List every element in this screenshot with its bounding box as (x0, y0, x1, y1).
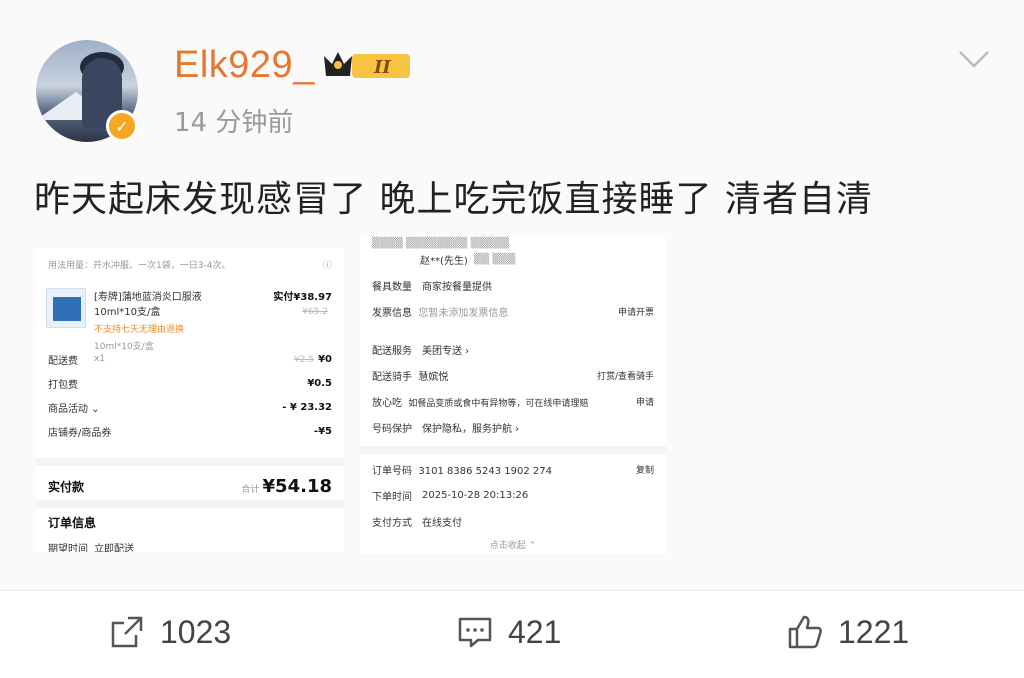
product-name: [寿牌]蒲地蓝消炎口服液 10ml*10支/盒 (94, 292, 202, 318)
order-no-value: 3101 8386 5243 1902 274 (418, 466, 552, 477)
total-label: 实付款 (48, 480, 85, 494)
invoice-label: 发票信息 (372, 308, 412, 319)
delivery-old: ¥2.5 (294, 355, 315, 365)
address-name: 赵**(先生) (420, 256, 468, 267)
action-bar: 1023 421 1221 (0, 590, 1024, 678)
tableware-label: 餐具数量 (372, 282, 412, 293)
invoice-button[interactable]: 申请开票 (618, 305, 654, 318)
usage-text: 用法用量：开水冲服。一次1袋，一日3-4次。 (48, 261, 231, 271)
safe-label: 放心吃 (372, 398, 402, 409)
order-no-label: 订单号码 (372, 466, 412, 477)
share-icon (111, 616, 143, 648)
product-paid: 实付¥38.97 (273, 292, 332, 303)
total-value: ¥54.18 (262, 476, 332, 497)
packing-label: 打包费 (48, 380, 78, 391)
product-image (46, 288, 86, 328)
product-original-price: ¥65.2 (302, 307, 328, 317)
like-icon (788, 615, 822, 649)
username[interactable]: Elk929_ (174, 44, 315, 87)
crown-badge-icon: II (324, 52, 410, 78)
order-screenshot-left[interactable]: 用法用量：开水冲服。一次1袋，一日3-4次。 ⓘ [寿牌]蒲地蓝消炎口服液 10… (36, 248, 344, 552)
coupon-value: -¥5 (313, 426, 332, 437)
post-timestamp: 14 分钟前 (174, 108, 294, 138)
chevron-down-icon[interactable] (958, 50, 990, 70)
post-text: 昨天起床发现感冒了 晚上吃完饭直接睡了 清者自清 (34, 179, 873, 220)
comment-icon (458, 617, 492, 648)
return-note: 不支持七天无理由退换 (94, 325, 185, 335)
order-time-label: 下单时间 (372, 492, 412, 503)
help-icon: ⓘ (322, 261, 332, 271)
total-section: 实付款 合计 ¥54.18 (36, 458, 344, 508)
delivery-label: 配送费 (48, 356, 78, 367)
share-count: 1023 (160, 613, 232, 650)
share-button[interactable]: 1023 (108, 613, 231, 651)
pay-method-label: 支付方式 (372, 518, 412, 529)
copy-button[interactable]: 复制 (636, 463, 654, 476)
service-label: 配送服务 (372, 346, 412, 357)
promo-value: - ¥ 23.32 (282, 402, 332, 413)
product-spec: 10ml*10支/盒 (94, 342, 154, 352)
privacy-label: 号码保护 (372, 424, 412, 435)
service-value[interactable]: 美团专送 › (422, 342, 469, 357)
tableware-value: 商家按餐量提供 (422, 282, 492, 293)
expect-label: 期望时间 (48, 544, 88, 552)
delivery-value: ¥0 (318, 354, 332, 365)
invoice-value: 您暂未添加发票信息 (418, 308, 509, 319)
order-info-title: 订单信息 (48, 516, 97, 530)
order-screenshot-right[interactable]: ▒▒▒▒ ▒▒▒▒▒▒▒▒ ▒▒▒▒▒ 赵**(先生) ▒▒ ▒▒▒ 餐具数量 … (360, 236, 666, 554)
badge-level: II (373, 57, 391, 78)
promo-label[interactable]: 商品活动 ⌄ (48, 400, 100, 415)
verified-icon: ✓ (106, 110, 138, 142)
total-prefix: 合计 (241, 485, 260, 495)
expect-value: 立即配送 (94, 544, 134, 552)
rider-value: 慧嫔悦 (418, 372, 449, 383)
packing-value: ¥0.5 (307, 378, 332, 389)
safe-button[interactable]: 申请 (636, 395, 654, 408)
pay-method-value: 在线支付 (422, 518, 462, 529)
rider-button[interactable]: 打赏/查看骑手 (597, 369, 654, 382)
coupon-label: 店铺券/商品券 (48, 428, 112, 439)
order-time-value: 2025-10-28 20:13:26 (422, 490, 529, 501)
like-button[interactable]: 1221 (786, 613, 909, 651)
safe-value: 如餐品变质或食中有异物等，可在线申请理赔 (408, 399, 589, 409)
comment-count: 421 (508, 613, 562, 650)
comment-button[interactable]: 421 (456, 613, 561, 651)
collapse-button[interactable]: 点击收起 ⌃ (490, 538, 536, 551)
rider-label: 配送骑手 (372, 372, 412, 383)
privacy-value[interactable]: 保护隐私，服务护航 › (422, 420, 519, 435)
address-blurred: ▒▒▒▒ ▒▒▒▒▒▒▒▒ ▒▒▒▒▒ (372, 238, 510, 249)
like-count: 1221 (838, 613, 910, 650)
